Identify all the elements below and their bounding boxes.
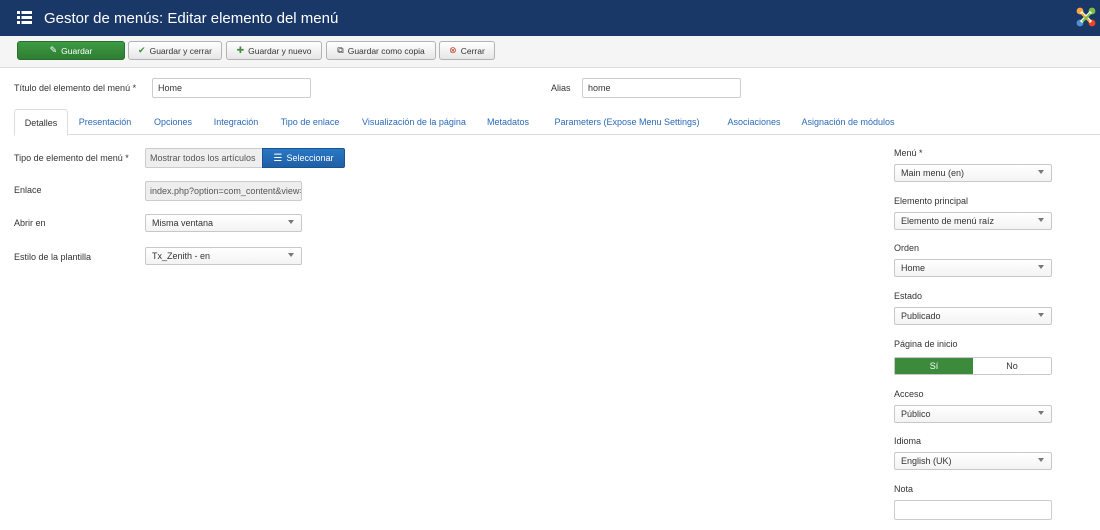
parent-select[interactable]: Elemento de menú raíz [894,212,1052,230]
language-label: Idioma [894,436,922,446]
tab-integration[interactable]: Integración [208,109,264,135]
chevron-down-icon [1038,265,1044,269]
status-select-value: Publicado [901,311,941,321]
tab-bar: Detalles Presentación Opciones Integraci… [14,109,1100,136]
note-input[interactable] [894,500,1052,520]
home-label: Página de inicio [894,339,958,349]
menu-label: Menú * [894,148,923,158]
target-label: Abrir en [14,218,46,228]
status-label: Estado [894,291,923,301]
chevron-down-icon [1038,458,1044,462]
list-icon: ☰ [273,152,283,164]
save-close-label: Guardar y cerrar [149,45,212,56]
tab-page-display[interactable]: Visualización de la página [356,109,472,135]
toolbar: ✎ Guardar ✔ Guardar y cerrar ✚ Guardar y… [0,36,1100,68]
access-label: Acceso [894,389,924,399]
note-label: Nota [894,484,914,494]
access-select-value: Público [901,409,931,419]
select-item-type-button[interactable]: ☰ Seleccionar [262,148,345,168]
tab-options[interactable]: Opciones [148,109,198,135]
save-copy-button[interactable]: ⧉ Guardar como copia [326,41,436,60]
alias-input[interactable]: home [582,78,741,98]
tab-details[interactable]: Detalles [14,109,68,136]
tab-metadata[interactable]: Metadatos [482,109,534,135]
template-style-select[interactable]: Tx_Zenith - en [145,247,302,265]
language-select[interactable]: English (UK) [894,452,1052,470]
ordering-label: Orden [894,243,920,253]
target-select-value: Misma ventana [152,218,214,228]
language-select-value: English (UK) [901,456,952,466]
home-yes-option[interactable]: Sí [895,358,973,374]
close-label: Cerrar [460,45,485,56]
link-label: Enlace [14,185,42,195]
chevron-down-icon [1038,218,1044,222]
select-button-label: Seleccionar [286,153,334,163]
page-title: Gestor de menús: Editar elemento del men… [44,10,339,27]
save-new-label: Guardar y nuevo [248,45,312,56]
save-button-label: Guardar [61,45,93,56]
menu-select-value: Main menu (en) [901,168,965,178]
save-copy-label: Guardar como copia [347,45,425,56]
access-select[interactable]: Público [894,405,1052,423]
header-bar: Gestor de menús: Editar elemento del men… [0,0,1100,36]
plus-icon: ✚ [236,45,245,55]
link-value: index.php?option=com_content&view=catego… [145,181,302,201]
tab-parameters[interactable]: Parameters (Expose Menu Settings) [546,109,708,135]
status-select[interactable]: Publicado [894,307,1052,325]
parent-select-value: Elemento de menú raíz [901,216,995,226]
ordering-select-value: Home [901,263,926,273]
tab-module-assignment[interactable]: Asignación de módulos [796,109,900,135]
chevron-down-icon [1038,313,1044,317]
template-style-label: Estilo de la plantilla [14,252,92,262]
copy-icon: ⧉ [337,45,344,55]
tab-associations[interactable]: Asociaciones [720,109,788,135]
check-icon: ✔ [138,45,146,55]
parent-label: Elemento principal [894,196,969,206]
title-input[interactable]: Home [152,78,311,98]
save-new-button[interactable]: ✚ Guardar y nuevo [226,41,322,60]
chevron-down-icon [1038,170,1044,174]
cancel-icon: ⊗ [449,45,457,55]
alias-label: Alias [551,83,571,93]
chevron-down-icon [1038,411,1044,415]
item-type-label: Tipo de elemento del menú * [14,153,129,163]
ordering-select[interactable]: Home [894,259,1052,277]
save-close-button[interactable]: ✔ Guardar y cerrar [128,41,222,60]
target-select[interactable]: Misma ventana [145,214,302,232]
home-toggle: Sí No [894,357,1052,375]
tab-link-type[interactable]: Tipo de enlace [274,109,346,135]
close-button[interactable]: ⊗ Cerrar [439,41,495,60]
save-button[interactable]: ✎ Guardar [17,41,125,60]
template-style-value: Tx_Zenith - en [152,251,211,261]
edit-icon: ✎ [49,45,58,55]
item-type-value: Mostrar todos los artículos [145,148,263,168]
joomla-logo-icon [1076,7,1096,27]
chevron-down-icon [288,220,294,224]
chevron-down-icon [288,253,294,257]
home-no-option[interactable]: No [973,358,1051,374]
tab-presentation[interactable]: Presentación [72,109,138,135]
list-menu-icon [17,11,32,24]
menu-select[interactable]: Main menu (en) [894,164,1052,182]
title-label: Título del elemento del menú * [14,83,137,93]
